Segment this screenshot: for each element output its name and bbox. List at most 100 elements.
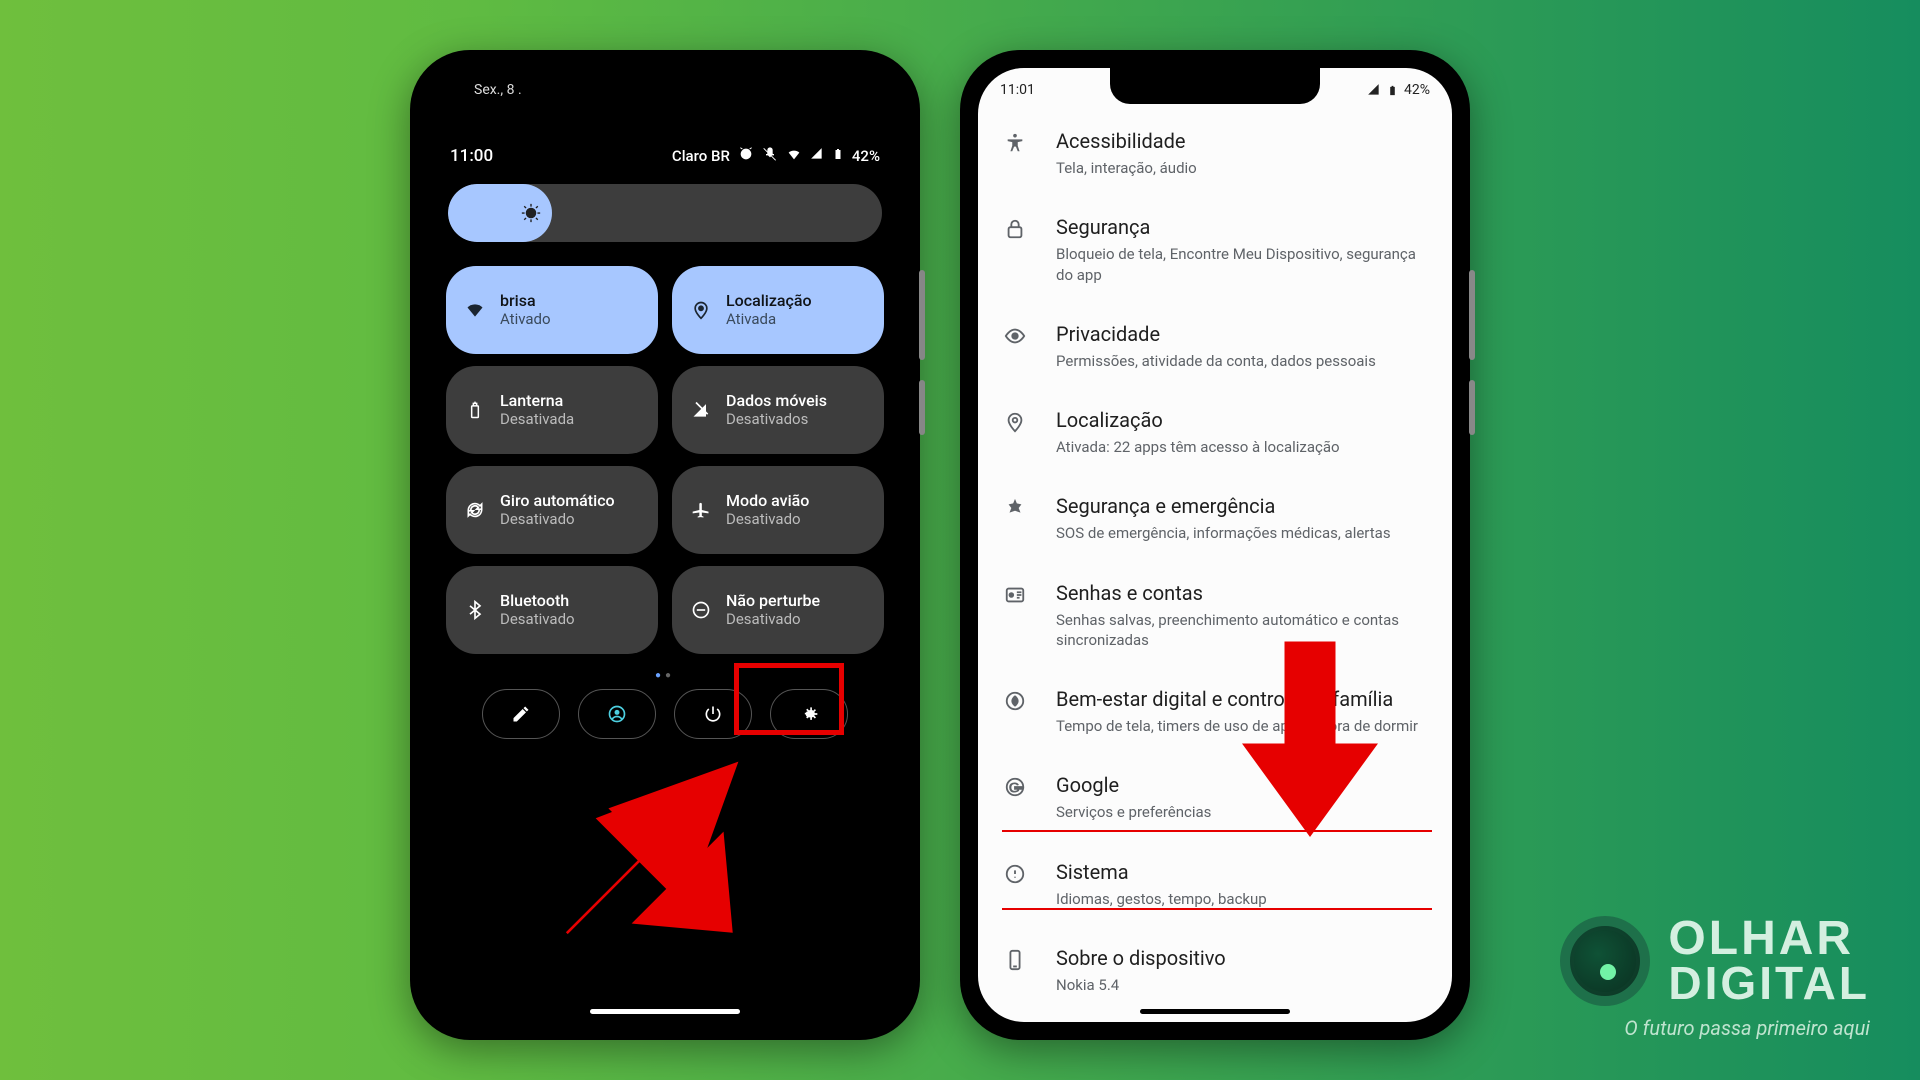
setting-subtitle: Nokia 5.4 <box>1056 975 1226 995</box>
brand-line1: OLHAR <box>1668 916 1870 962</box>
setting-title: Acessibilidade <box>1056 128 1197 154</box>
setting-subtitle: Tela, interação, áudio <box>1056 158 1197 178</box>
qs-tile-flash[interactable]: LanternaDesativada <box>446 366 658 454</box>
arrow-to-settings-icon <box>520 720 780 984</box>
setting-subtitle: Serviços e preferências <box>1056 802 1211 822</box>
setting-subtitle: Idiomas, gestos, tempo, backup <box>1056 889 1267 909</box>
brand-watermark: OLHAR DIGITAL O futuro passa primeiro aq… <box>1560 916 1870 1040</box>
airplane-icon <box>690 500 712 520</box>
carrier-label: Claro BR <box>672 147 730 165</box>
system-icon <box>1002 863 1028 885</box>
svg-text:G: G <box>1009 781 1020 797</box>
setting-title: Segurança e emergência <box>1056 493 1391 519</box>
setting-subtitle: SOS de emergência, informações médicas, … <box>1056 523 1391 543</box>
status-icons: 42% <box>1367 82 1430 98</box>
settings-item-emergency[interactable]: Segurança e emergência SOS de emergência,… <box>978 475 1452 561</box>
setting-subtitle: Permissões, atividade da conta, dados pe… <box>1056 351 1376 371</box>
qs-status-bar: 11:00 Claro BR <box>450 146 880 166</box>
notch <box>1110 68 1320 104</box>
brightness-icon <box>520 202 542 224</box>
settings-item-lock[interactable]: Segurança Bloqueio de tela, Encontre Meu … <box>978 196 1452 303</box>
volume-button <box>1469 270 1475 360</box>
setting-title: Localização <box>1056 407 1340 433</box>
settings-item-about[interactable]: Sobre o dispositivo Nokia 5.4 <box>978 927 1452 1013</box>
google-icon: G <box>1002 776 1028 798</box>
tile-title: Localização <box>726 291 812 310</box>
tile-title: Modo avião <box>726 491 809 510</box>
tile-subtitle: Desativado <box>726 510 809 529</box>
location-icon <box>1002 411 1028 433</box>
tile-title: Não perturbe <box>726 591 820 610</box>
tile-subtitle: Desativada <box>500 410 574 429</box>
settings-screen: 11:01 42% Acessibilidade Tela, interação,… <box>978 68 1452 1022</box>
qs-tile-rotate[interactable]: Giro automáticoDesativado <box>446 466 658 554</box>
battery-icon <box>1387 83 1398 98</box>
tile-subtitle: Desativados <box>726 410 827 429</box>
qs-tile-location[interactable]: LocalizaçãoAtivada <box>672 266 884 354</box>
qs-status-icons: Claro BR 42% <box>672 146 880 166</box>
power-button <box>919 380 925 435</box>
alarm-icon <box>738 146 754 166</box>
wifi-icon <box>786 146 802 166</box>
mute-icon <box>762 146 778 166</box>
bluetooth-icon <box>464 600 486 620</box>
qs-time: 11:00 <box>450 146 493 166</box>
tile-title: brisa <box>500 291 551 310</box>
passwords-icon <box>1002 584 1028 606</box>
setting-subtitle: Bloqueio de tela, Encontre Meu Dispositi… <box>1056 244 1420 285</box>
notch <box>560 68 770 104</box>
qs-tile-bluetooth[interactable]: BluetoothDesativado <box>446 566 658 654</box>
signal-icon <box>810 147 824 165</box>
brand-line2: DIGITAL <box>1668 962 1870 1006</box>
settings-item-access[interactable]: Acessibilidade Tela, interação, áudio <box>978 110 1452 196</box>
signal-icon <box>1367 83 1381 97</box>
privacy-icon <box>1002 325 1028 347</box>
wifi-icon <box>464 300 486 320</box>
brand-tagline: O futuro passa primeiro aqui <box>1560 1016 1870 1040</box>
tile-title: Giro automático <box>500 491 615 510</box>
tile-subtitle: Desativado <box>500 510 615 529</box>
setting-subtitle: Ativada: 22 apps têm acesso à localizaçã… <box>1056 437 1340 457</box>
highlight-line-bottom <box>1002 908 1432 910</box>
setting-title: Segurança <box>1056 214 1420 240</box>
tile-subtitle: Ativada <box>726 310 812 329</box>
battery-icon <box>832 146 844 166</box>
location-icon <box>690 300 712 320</box>
qs-tile-airplane[interactable]: Modo aviãoDesativado <box>672 466 884 554</box>
tile-title: Dados móveis <box>726 391 827 410</box>
qs-tile-dnd[interactable]: Não perturbeDesativado <box>672 566 884 654</box>
dnd-icon <box>690 600 712 620</box>
wellbeing-icon <box>1002 690 1028 712</box>
lock-icon <box>1002 218 1028 240</box>
tile-subtitle: Desativado <box>726 610 820 629</box>
arrow-to-sistema-icon <box>1225 620 1395 854</box>
qs-tiles-grid: brisaAtivadoLocalizaçãoAtivadaLanternaDe… <box>446 266 884 654</box>
qs-tile-data[interactable]: Dados móveisDesativados <box>672 366 884 454</box>
data-icon <box>690 400 712 420</box>
emergency-icon <box>1002 497 1028 519</box>
settings-list[interactable]: Acessibilidade Tela, interação, áudio Segu… <box>978 98 1452 1013</box>
status-time: 11:01 <box>1000 82 1035 98</box>
about-icon <box>1002 949 1028 971</box>
tile-title: Bluetooth <box>500 591 575 610</box>
setting-title: Google <box>1056 772 1211 798</box>
battery-pct: 42% <box>852 147 880 165</box>
phone-frame-right: 11:01 42% Acessibilidade Tela, interação,… <box>960 50 1470 1040</box>
brand-logo-icon <box>1560 916 1650 1006</box>
setting-title: Sobre o dispositivo <box>1056 945 1226 971</box>
setting-title: Sistema <box>1056 859 1267 885</box>
tile-subtitle: Desativado <box>500 610 575 629</box>
access-icon <box>1002 132 1028 154</box>
rotate-icon <box>464 500 486 520</box>
tile-subtitle: Ativado <box>500 310 551 329</box>
home-indicator[interactable] <box>590 1009 740 1014</box>
settings-item-privacy[interactable]: Privacidade Permissões, atividade da cont… <box>978 303 1452 389</box>
volume-button <box>919 270 925 360</box>
settings-item-location[interactable]: Localização Ativada: 22 apps têm acesso à… <box>978 389 1452 475</box>
power-button <box>1469 380 1475 435</box>
setting-title: Privacidade <box>1056 321 1376 347</box>
brightness-slider[interactable] <box>448 184 882 242</box>
tile-title: Lanterna <box>500 391 574 410</box>
qs-tile-wifi[interactable]: brisaAtivado <box>446 266 658 354</box>
home-indicator[interactable] <box>1140 1009 1290 1014</box>
